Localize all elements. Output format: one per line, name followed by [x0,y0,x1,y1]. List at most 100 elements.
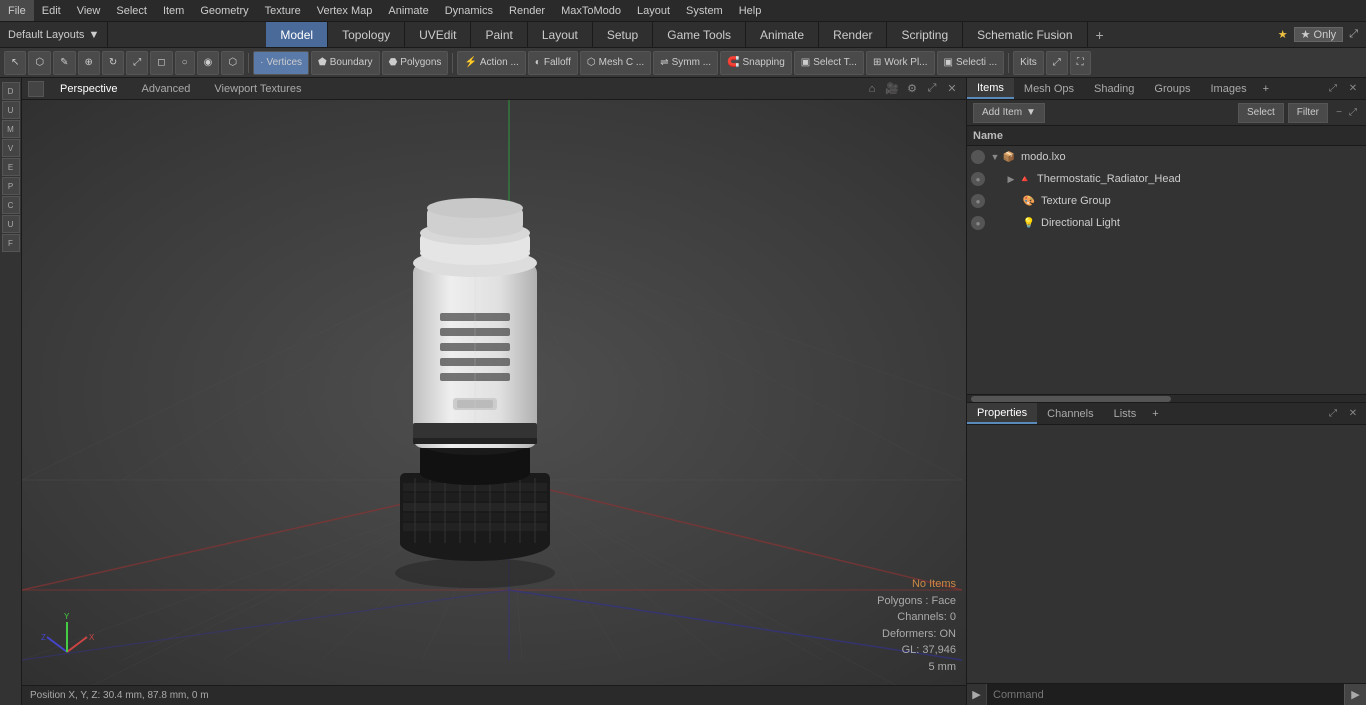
mesh-c-btn[interactable]: ⬡ Mesh C ... [580,51,651,75]
menu-render[interactable]: Render [501,0,553,21]
tab-paint[interactable]: Paint [471,22,527,47]
sidebar-tool-5[interactable]: E [2,158,20,176]
viewport-close-btn[interactable]: ✕ [944,81,960,97]
viewport-menu-btn[interactable] [28,81,44,97]
eye-icon-light[interactable]: ● [971,216,985,230]
eye-icon-radiator[interactable]: ● [971,172,985,186]
vp-tab-advanced[interactable]: Advanced [133,83,198,95]
panel-expand2-btn[interactable]: ⤢ [1346,106,1360,120]
items-panel-close-btn[interactable]: ✕ [1344,80,1362,98]
menu-edit[interactable]: Edit [34,0,69,21]
fullscreen-btn[interactable]: ⛶ [1070,51,1091,75]
sidebar-tool-1[interactable]: D [2,82,20,100]
items-panel-expand-btn[interactable]: ⤢ [1324,80,1342,98]
menu-texture[interactable]: Texture [257,0,309,21]
sidebar-tool-4[interactable]: V [2,139,20,157]
sidebar-tool-6[interactable]: P [2,177,20,195]
sidebar-tool-8[interactable]: U [2,215,20,233]
tab-setup[interactable]: Setup [593,22,653,47]
menu-item[interactable]: Item [155,0,192,21]
viewport-3d[interactable]: X Z Y No Items Polygons : Face Channels:… [22,100,966,685]
tab-mesh-ops[interactable]: Mesh Ops [1014,78,1084,99]
circle-btn[interactable]: ○ [175,51,195,75]
snapping-btn[interactable]: 🧲 Snapping [720,51,792,75]
menu-view[interactable]: View [69,0,109,21]
mesh-btn[interactable]: ⬡ [28,51,51,75]
sidebar-tool-7[interactable]: C [2,196,20,214]
menu-system[interactable]: System [678,0,731,21]
tab-uvedit[interactable]: UVEdit [405,22,471,47]
eye-icon-texture[interactable]: ● [971,194,985,208]
props-panel-expand-btn[interactable]: ⤢ [1324,405,1342,423]
transform-btn[interactable]: ⊕ [78,51,100,75]
hex-btn[interactable]: ⬡ [221,51,244,75]
scale-btn[interactable]: ⤢ [126,51,148,75]
tab-schematic-fusion[interactable]: Schematic Fusion [963,22,1087,47]
vp-tab-viewport-textures[interactable]: Viewport Textures [206,83,309,95]
expand-viewport-btn[interactable]: ⤢ [1046,51,1068,75]
props-panel-close-btn[interactable]: ✕ [1344,405,1362,423]
vertices-mode-btn[interactable]: · Vertices [253,51,309,75]
command-arrow[interactable]: ▶ [967,684,987,705]
sidebar-tool-9[interactable]: F [2,234,20,252]
command-submit-btn[interactable]: ▶ [1344,684,1366,705]
falloff-btn[interactable]: ◐ Falloff [528,51,578,75]
list-item-texture-group[interactable]: ● 🎨 Texture Group [967,190,1366,212]
list-item-light[interactable]: ● 💡 Directional Light [967,212,1366,234]
filter-btn[interactable]: Filter [1288,103,1328,123]
select-mode-btn[interactable]: ↖ [4,51,26,75]
tab-shading[interactable]: Shading [1084,78,1144,99]
select-t-btn[interactable]: ▣ Select T... [794,51,864,75]
menu-dynamics[interactable]: Dynamics [437,0,501,21]
menu-geometry[interactable]: Geometry [192,0,256,21]
menu-select[interactable]: Select [108,0,155,21]
list-item-modo[interactable]: ▼ 📦 modo.lxo [967,146,1366,168]
menu-layout[interactable]: Layout [629,0,678,21]
box-btn[interactable]: ◻ [150,51,172,75]
menu-vertex-map[interactable]: Vertex Map [309,0,381,21]
layout-dropdown[interactable]: Default Layouts ▼ [0,22,108,47]
work-pl-btn[interactable]: ⊞ Work Pl... [866,51,935,75]
tab-render[interactable]: Render [819,22,887,47]
sidebar-tool-3[interactable]: M [2,120,20,138]
viewport-home-btn[interactable]: ⌂ [864,81,880,97]
only-button[interactable]: ★ Only [1294,27,1344,42]
star-button[interactable]: ★ [1278,28,1288,41]
draw-btn[interactable]: ✎ [53,51,75,75]
tab-model[interactable]: Model [266,22,328,47]
eye-icon-modo[interactable] [971,150,985,164]
expand-modo[interactable]: ▼ [989,151,1001,163]
panel-minus-btn[interactable]: − [1332,106,1346,120]
tab-layout[interactable]: Layout [528,22,593,47]
items-list[interactable]: ▼ 📦 modo.lxo ● ▶ 🔺 Thermostatic_Radiator… [967,146,1366,394]
tab-items[interactable]: Items [967,78,1014,99]
polygons-mode-btn[interactable]: ⬣ Polygons [382,51,449,75]
tab-animate[interactable]: Animate [746,22,819,47]
menu-animate[interactable]: Animate [380,0,436,21]
kits-btn[interactable]: Kits [1013,51,1044,75]
symm-btn[interactable]: ⇌ Symm ... [653,51,718,75]
expand-radiator[interactable]: ▶ [1005,173,1017,185]
action-btn[interactable]: ⚡ Action ... [457,51,525,75]
tab-scripting[interactable]: Scripting [887,22,963,47]
menu-file[interactable]: File [0,0,34,21]
maximize-icon[interactable]: ⤢ [1349,28,1358,41]
tab-channels[interactable]: Channels [1037,403,1103,424]
scrollbar-thumb[interactable] [971,396,1171,402]
vp-tab-perspective[interactable]: Perspective [52,83,125,95]
sphere-btn[interactable]: ◉ [197,51,220,75]
tab-images[interactable]: Images [1201,78,1257,99]
boundary-mode-btn[interactable]: ⬟ Boundary [311,51,380,75]
tab-game-tools[interactable]: Game Tools [653,22,746,47]
add-item-btn[interactable]: Add Item ▼ [973,103,1045,123]
tab-properties[interactable]: Properties [967,403,1037,424]
menu-help[interactable]: Help [731,0,770,21]
items-tab-add-icon[interactable]: + [1257,83,1275,95]
viewport-expand-btn[interactable]: ⤢ [924,81,940,97]
tab-add-icon[interactable]: + [1088,27,1112,43]
list-item-radiator[interactable]: ● ▶ 🔺 Thermostatic_Radiator_Head [967,168,1366,190]
select-btn[interactable]: Select [1238,103,1284,123]
viewport-camera-btn[interactable]: 🎥 [884,81,900,97]
menu-maxtoModo[interactable]: MaxToModo [553,0,629,21]
tab-lists[interactable]: Lists [1104,403,1147,424]
